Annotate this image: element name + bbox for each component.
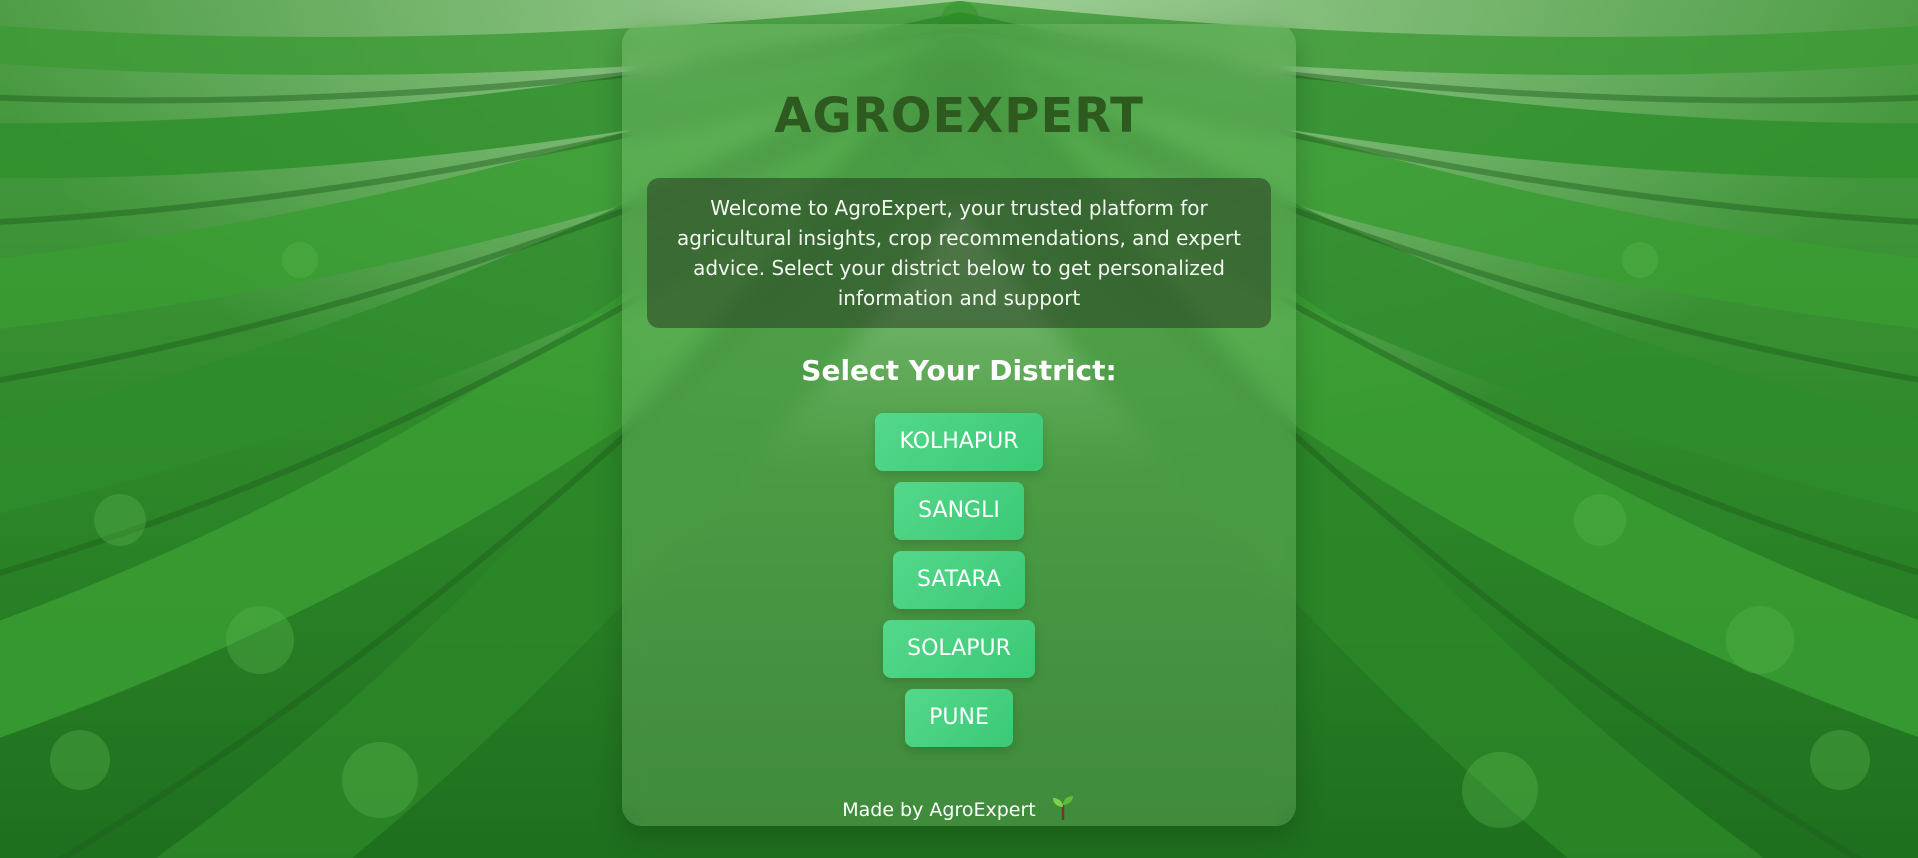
- district-list: KOLHAPUR SANGLI SATARA SOLAPUR PUNE: [622, 413, 1296, 747]
- footer: Made by AgroExpert: [622, 794, 1296, 825]
- main-card: AGROEXPERT Welcome to AgroExpert, your t…: [622, 24, 1296, 826]
- app-title: AGROEXPERT: [774, 88, 1144, 144]
- district-button-satara[interactable]: SATARA: [893, 551, 1025, 609]
- select-district-heading: Select Your District:: [801, 354, 1117, 387]
- district-button-sangli[interactable]: SANGLI: [894, 482, 1024, 540]
- district-button-pune[interactable]: PUNE: [905, 689, 1013, 747]
- footer-text: Made by AgroExpert: [842, 799, 1036, 821]
- welcome-text: Welcome to AgroExpert, your trusted plat…: [677, 196, 1241, 310]
- sprout-icon: [1050, 794, 1076, 825]
- welcome-box: Welcome to AgroExpert, your trusted plat…: [647, 178, 1271, 328]
- district-button-kolhapur[interactable]: KOLHAPUR: [875, 413, 1043, 471]
- district-button-solapur[interactable]: SOLAPUR: [883, 620, 1035, 678]
